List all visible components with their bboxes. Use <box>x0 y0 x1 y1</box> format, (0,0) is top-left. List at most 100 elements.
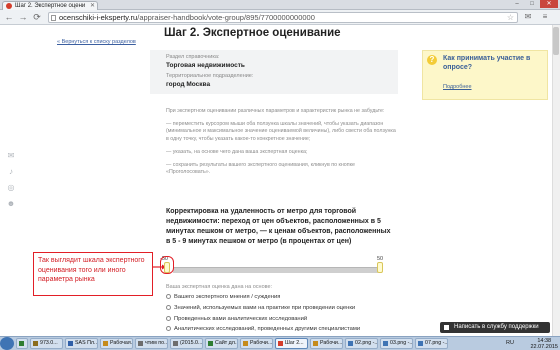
basis-option[interactable]: Проведенных вами аналитических исследова… <box>166 316 307 322</box>
app-icon <box>383 341 388 346</box>
help-box: ? Как принимать участие в опросе? Подроб… <box>422 50 548 100</box>
site-favicon-icon <box>6 3 12 9</box>
instructions: При экспертном оценивании различных пара… <box>166 108 396 182</box>
taskbar-item[interactable]: Рабочи... <box>310 338 343 349</box>
taskbar-item[interactable]: (2015.0... <box>170 338 203 349</box>
section-value: Торговая недвижимость <box>166 62 245 69</box>
section-info-panel: Раздел справочника: Торговая недвижимост… <box>150 50 398 94</box>
section-label: Раздел справочника: <box>166 54 220 60</box>
basis-label: Ваша экспертная оценка дана на основе: <box>166 284 273 290</box>
app-icon <box>103 341 108 346</box>
taskbar-item[interactable]: Рабочи... <box>240 338 273 349</box>
maximize-button[interactable]: □ <box>525 0 539 8</box>
slider-max-handle[interactable] <box>377 262 383 273</box>
start-button[interactable] <box>0 337 14 350</box>
back-to-sections-link[interactable]: « Вернуться к списку разделов <box>57 39 136 45</box>
bookmark-star-icon[interactable]: ☆ <box>507 13 514 22</box>
taskbar-item-label: Шаг 2... <box>285 340 304 346</box>
annotation-callout: Так выглядит шкала экспертного оценивани… <box>33 252 153 296</box>
taskbar-item[interactable]: Рабочая... <box>100 338 133 349</box>
taskbar-item[interactable]: 03.png -... <box>380 338 413 349</box>
people-icon[interactable]: ☻ <box>6 200 16 208</box>
reload-icon[interactable]: ⟳ <box>32 12 42 22</box>
radio-button[interactable] <box>166 316 171 321</box>
scrollbar-thumb[interactable] <box>553 27 559 55</box>
mail-extension-icon[interactable]: ✉ <box>523 12 533 22</box>
app-icon <box>243 341 248 346</box>
taskbar-item[interactable]: Сайт дл... <box>205 338 238 349</box>
forward-arrow-icon[interactable]: → <box>18 12 28 22</box>
tab-close-icon[interactable]: ✕ <box>90 2 95 10</box>
taskbar-item-label: 973.0... <box>40 340 58 346</box>
taskbar-item-label: Рабочи... <box>250 340 273 346</box>
basis-option[interactable]: Значений, используемых вами на практике … <box>166 305 355 311</box>
intro-step-basis: — указать, на основе чего дана ваша эксп… <box>166 148 308 155</box>
app-icon <box>348 341 353 346</box>
url-input[interactable]: ocenschiki-i-eksperty.ru/appraiser-handb… <box>48 12 518 23</box>
tab-title: Шаг 2. Экспертное оцени <box>15 3 86 9</box>
support-button[interactable]: Написать в службу поддержки <box>440 322 550 333</box>
taskbar-item-label: 07.png -... <box>425 340 448 346</box>
scrollbar[interactable] <box>552 25 560 336</box>
clock: 14:38 22.07.2015 <box>530 338 558 350</box>
intro-paragraph: При экспертном оценивании различных пара… <box>166 108 385 114</box>
app-icon <box>33 341 38 346</box>
basis-option[interactable]: Аналитических исследований, проведенных … <box>166 326 360 332</box>
app-icon <box>19 341 24 346</box>
intro-step-vote: — сохранить результаты вашего экспертног… <box>166 162 355 176</box>
taskbar-item-label: 02.png -... <box>355 340 378 346</box>
taskbar-item-label: 03.png -... <box>390 340 413 346</box>
taskbar-item[interactable]: чтим по... <box>135 338 168 349</box>
envelope-icon[interactable]: ✉ <box>6 152 16 160</box>
url-path: /appraiser-handbook/vote-group/895/77000… <box>137 13 315 22</box>
taskbar-item[interactable]: 02.png -... <box>345 338 378 349</box>
app-icon <box>208 341 213 346</box>
taskbar-item[interactable]: SAS Пл... <box>65 338 98 349</box>
slider-track[interactable] <box>173 267 378 273</box>
browser-tab[interactable]: Шаг 2. Экспертное оцени ✕ <box>2 1 98 10</box>
tab-bar: Шаг 2. Экспертное оцени ✕ – □ ✕ <box>0 0 560 10</box>
help-box-title[interactable]: Как принимать участие в опросе? <box>443 54 543 72</box>
app-icon <box>418 341 423 346</box>
chat-icon <box>444 325 449 330</box>
taskbar-item[interactable]: 973.0... <box>30 338 63 349</box>
minimize-button[interactable]: – <box>510 0 524 8</box>
taskbar-item-label: (2015.0... <box>180 340 203 346</box>
app-icon <box>278 341 283 346</box>
close-window-button[interactable]: ✕ <box>540 0 558 8</box>
taskbar-item-label: SAS Пл... <box>75 340 98 346</box>
page-icon <box>51 15 56 21</box>
basis-option[interactable]: Вашего экспертного мнения / суждения <box>166 294 280 300</box>
app-icon <box>138 341 143 346</box>
page-title: Шаг 2. Экспертное оценивание <box>164 27 341 39</box>
bell-icon[interactable]: ♪ <box>6 168 16 176</box>
app-icon <box>173 341 178 346</box>
intro-step-slider: — переместить курсором мыши оба ползунка… <box>166 121 396 142</box>
address-bar: ← → ⟳ ocenschiki-i-eksperty.ru/appraiser… <box>0 10 560 25</box>
taskbar-item[interactable]: Шаг 2... <box>275 338 308 349</box>
taskbar-item[interactable]: 07.png -... <box>415 338 448 349</box>
language-indicator[interactable]: RU <box>506 340 514 346</box>
radio-button[interactable] <box>166 326 171 331</box>
window-controls: – □ ✕ <box>510 0 558 9</box>
radio-button[interactable] <box>166 305 171 310</box>
taskbar-item[interactable] <box>16 338 28 349</box>
radio-button[interactable] <box>166 294 171 299</box>
question-heading: Корректировка на удаленность от метро дл… <box>166 208 391 245</box>
taskbar-item-label: Рабочи... <box>320 340 343 346</box>
taskbar-item-label: чтим по... <box>145 340 168 346</box>
back-arrow-icon[interactable]: ← <box>4 12 14 22</box>
handle-highlight-ring <box>160 256 174 274</box>
menu-icon[interactable]: ≡ <box>540 12 550 22</box>
globe-icon[interactable]: ◎ <box>6 184 16 192</box>
clock-date: 22.07.2015 <box>530 343 558 350</box>
question-icon: ? <box>427 55 437 65</box>
app-icon <box>313 341 318 346</box>
territory-label: Территориальное подразделение: <box>166 73 254 79</box>
taskbar-item-label: Рабочая... <box>110 340 133 346</box>
url-domain: ocenschiki-i-eksperty.ru <box>59 13 138 22</box>
territory-value: город Москва <box>166 81 211 88</box>
taskbar-item-label: Сайт дл... <box>215 340 238 346</box>
help-more-link[interactable]: Подробнее <box>443 84 472 90</box>
app-icon <box>68 341 73 346</box>
